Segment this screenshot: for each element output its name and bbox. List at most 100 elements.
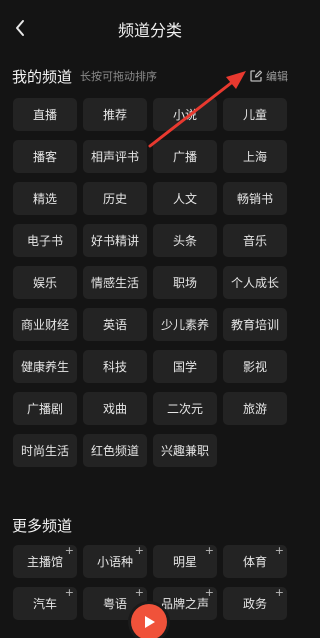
- edit-button[interactable]: 编辑: [249, 68, 288, 84]
- header: 频道分类: [0, 0, 300, 56]
- channel-chip[interactable]: 红色频道: [83, 434, 147, 467]
- channel-chip[interactable]: 推荐: [83, 98, 147, 131]
- channel-label: 上海: [242, 150, 267, 164]
- channel-label: 电子书: [26, 234, 63, 248]
- play-icon: [145, 616, 155, 628]
- channel-chip[interactable]: 体育 +: [223, 544, 287, 578]
- channel-chip[interactable]: 直播: [13, 98, 77, 131]
- channel-chip[interactable]: 上海: [223, 140, 287, 173]
- channel-label: 二次元: [166, 402, 203, 416]
- channel-chip[interactable]: 电子书: [13, 224, 77, 257]
- channel-chip[interactable]: 明星 +: [153, 544, 217, 578]
- channel-label: 头条: [172, 234, 197, 248]
- channel-chip[interactable]: 商业财经: [13, 308, 77, 341]
- channel-label: 科技: [102, 360, 127, 374]
- channel-chip[interactable]: 时尚生活: [13, 434, 77, 467]
- channel-label: 直播: [32, 108, 57, 122]
- plus-icon: +: [134, 544, 144, 557]
- plus-icon: +: [134, 586, 144, 599]
- channel-label: 教育培训: [230, 318, 279, 332]
- channel-label: 广播: [172, 150, 197, 164]
- channel-label: 品牌之声: [160, 597, 209, 611]
- edit-icon: [250, 70, 263, 82]
- player-button[interactable]: [131, 604, 167, 638]
- channel-label: 戏曲: [102, 402, 127, 416]
- channel-chip[interactable]: 二次元: [153, 392, 217, 425]
- channel-chip[interactable]: 英语: [83, 308, 147, 341]
- channel-chip[interactable]: 广播: [153, 140, 217, 173]
- channel-label: 红色频道: [90, 444, 139, 458]
- channel-label: 历史: [102, 192, 127, 206]
- channel-chip[interactable]: 精选: [13, 182, 77, 215]
- channel-label: 兴趣兼职: [160, 444, 209, 458]
- channel-chip[interactable]: 影视: [223, 350, 287, 383]
- channel-label: 主播馆: [26, 555, 63, 569]
- channel-label: 英语: [102, 318, 127, 332]
- channel-chip[interactable]: 健康养生: [13, 350, 77, 383]
- channel-chip[interactable]: 兴趣兼职: [153, 434, 217, 467]
- channel-chip[interactable]: 戏曲: [83, 392, 147, 425]
- channel-chip[interactable]: 人文: [153, 182, 217, 215]
- channel-label: 人文: [172, 192, 197, 206]
- channel-chip[interactable]: 相声评书: [83, 140, 147, 173]
- channel-chip[interactable]: 主播馆 +: [13, 544, 77, 578]
- plus-icon: +: [204, 586, 214, 599]
- channel-chip[interactable]: 播客: [13, 140, 77, 173]
- more-channels-title: 更多频道: [12, 516, 73, 535]
- plus-icon: +: [204, 544, 214, 557]
- channel-label: 时尚生活: [20, 444, 69, 458]
- channel-chip[interactable]: 广播剧: [13, 392, 77, 425]
- channel-label: 职场: [172, 276, 197, 290]
- channel-chip[interactable]: 职场: [153, 266, 217, 299]
- edit-label: 编辑: [266, 70, 288, 83]
- plus-icon: +: [64, 586, 74, 599]
- channel-label: 音乐: [242, 234, 267, 248]
- channel-label: 旅游: [242, 402, 267, 416]
- channel-label: 汽车: [32, 597, 57, 611]
- plus-icon: +: [64, 544, 74, 557]
- my-channels-grid: 直播 推荐 小说 儿童播客 相声评书 广播 上海精选 历史 人文 畅销书电子书 好书精讲 头条 音乐娱乐…: [13, 98, 288, 467]
- channel-chip[interactable]: 国学: [153, 350, 217, 383]
- channel-label: 政务: [242, 597, 267, 611]
- my-channels-header: 我的频道 长按可拖动排序 编辑: [12, 65, 288, 87]
- channel-chip[interactable]: 历史: [83, 182, 147, 215]
- channel-label: 明星: [172, 555, 197, 569]
- channel-chip[interactable]: 个人成长: [223, 266, 287, 299]
- channel-label: 情感生活: [90, 276, 139, 290]
- channel-chip[interactable]: 好书精讲: [83, 224, 147, 257]
- channel-label: 广播剧: [26, 402, 63, 416]
- channel-label: 推荐: [102, 108, 127, 122]
- channel-chip[interactable]: 头条: [153, 224, 217, 257]
- channel-label: 商业财经: [20, 318, 69, 332]
- channel-chip[interactable]: 畅销书: [223, 182, 287, 215]
- channel-chip[interactable]: 旅游: [223, 392, 287, 425]
- page-title: 频道分类: [117, 21, 182, 40]
- channel-label: 小语种: [96, 555, 133, 569]
- my-channels-title: 我的频道: [12, 67, 73, 86]
- channel-chip[interactable]: 音乐: [223, 224, 287, 257]
- channel-label: 影视: [242, 360, 267, 374]
- channel-label: 儿童: [242, 108, 267, 122]
- channel-label: 少儿素养: [160, 318, 209, 332]
- channel-chip[interactable]: 政务 +: [223, 586, 287, 620]
- drag-sort-hint: 长按可拖动排序: [80, 70, 158, 83]
- channel-chip[interactable]: 教育培训: [223, 308, 287, 341]
- channel-label: 健康养生: [20, 360, 69, 374]
- channel-chip[interactable]: 儿童: [223, 98, 287, 131]
- channel-chip[interactable]: 娱乐: [13, 266, 77, 299]
- channel-label: 精选: [32, 192, 57, 206]
- channel-label: 小说: [172, 108, 197, 122]
- channel-chip[interactable]: 少儿素养: [153, 308, 217, 341]
- channel-label: 体育: [242, 555, 267, 569]
- more-channels-header: 更多频道: [12, 514, 288, 536]
- channel-chip[interactable]: 小说: [153, 98, 217, 131]
- channel-chip[interactable]: 汽车 +: [13, 586, 77, 620]
- channel-chip[interactable]: 小语种 +: [83, 544, 147, 578]
- channel-chip[interactable]: 情感生活: [83, 266, 147, 299]
- channel-label: 粤语: [102, 597, 127, 611]
- channel-label: 播客: [32, 150, 57, 164]
- channel-chip[interactable]: 科技: [83, 350, 147, 383]
- channel-label: 个人成长: [230, 276, 279, 290]
- channel-label: 国学: [172, 360, 197, 374]
- plus-icon: +: [274, 586, 284, 599]
